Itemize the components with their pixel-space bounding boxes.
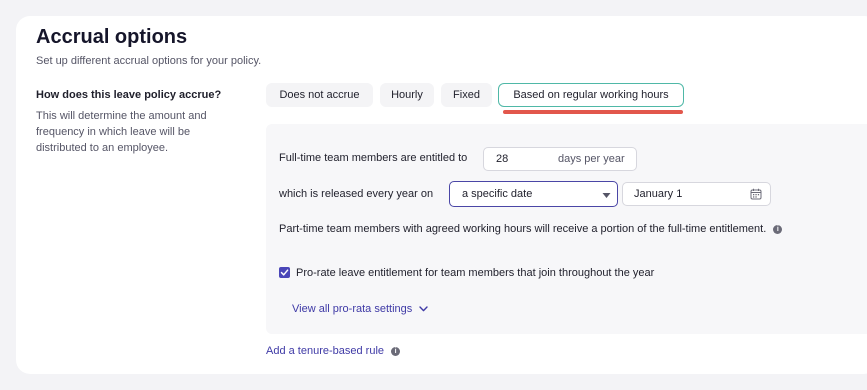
add-tenure-rule-label: Add a tenure-based rule — [266, 345, 385, 357]
release-date-value: January 1 — [634, 188, 683, 200]
release-date-input[interactable]: January 1 — [622, 182, 771, 206]
chevron-down-icon — [419, 303, 429, 315]
calendar-icon[interactable] — [750, 188, 762, 203]
accrual-option-regular-working-hours[interactable]: Based on regular working hours — [498, 83, 684, 107]
accrual-option-fixed[interactable]: Fixed — [441, 83, 492, 107]
entitlement-days-value: 28 — [496, 153, 509, 165]
annotation-underline — [503, 110, 683, 114]
view-all-prorata-label: View all pro-rata settings — [292, 303, 413, 315]
prorate-label: Pro-rate leave entitlement for team memb… — [296, 267, 655, 279]
info-icon[interactable]: i — [773, 224, 783, 234]
entitlement-days-input[interactable]: 28 days per year — [483, 147, 637, 171]
release-label: which is released every year on — [279, 188, 434, 200]
entitlement-label: Full-time team members are entitled to — [279, 152, 468, 164]
accrual-option-hourly[interactable]: Hourly — [380, 83, 434, 107]
add-tenure-rule-link[interactable]: Add a tenure-based rule i — [266, 345, 401, 357]
prorate-checkbox[interactable] — [279, 267, 290, 278]
release-frequency-select[interactable]: a specific date — [449, 181, 618, 207]
part-time-note: Part-time team members with agreed worki… — [279, 223, 783, 235]
entitlement-unit: days per year — [558, 153, 625, 165]
section-subtitle: Set up different accrual options for you… — [36, 55, 262, 67]
check-icon — [280, 269, 289, 276]
release-frequency-value: a specific date — [462, 188, 533, 200]
accrual-question-label: How does this leave policy accrue? — [36, 89, 222, 101]
info-icon[interactable]: i — [391, 346, 401, 356]
accrual-option-does-not-accrue[interactable]: Does not accrue — [266, 83, 373, 107]
section-title: Accrual options — [36, 26, 188, 48]
caret-down-icon — [602, 190, 611, 202]
view-all-prorata-link[interactable]: View all pro-rata settings — [292, 303, 429, 315]
accrual-question-description: This will determine the amount and frequ… — [36, 110, 207, 154]
part-time-note-text: Part-time team members with agreed worki… — [279, 223, 767, 235]
